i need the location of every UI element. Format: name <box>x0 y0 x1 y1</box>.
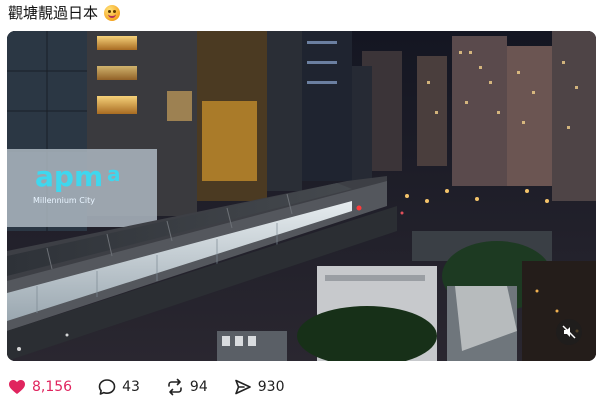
heart-icon <box>9 380 25 394</box>
post-actions: 8,156 43 94 930 <box>8 374 310 400</box>
repost-icon <box>168 378 182 396</box>
repost-count: 94 <box>189 379 208 395</box>
share-count: 930 <box>257 379 285 395</box>
comment-button[interactable]: 43 <box>98 378 140 396</box>
send-icon <box>234 379 251 395</box>
share-button[interactable]: 930 <box>234 378 285 396</box>
svg-text:a: a <box>107 162 121 186</box>
post-caption: 觀塘靚過日本 <box>8 2 121 24</box>
like-count: 8,156 <box>32 379 73 395</box>
night-city-scene: apm a Millennium City <box>7 31 596 361</box>
smiling-face-icon <box>104 5 121 21</box>
comment-icon <box>98 379 116 395</box>
muted-speaker-icon <box>562 325 576 339</box>
post-video[interactable]: apm a Millennium City <box>7 31 596 361</box>
apm-sign-subtext: Millennium City <box>33 196 95 205</box>
mute-button[interactable] <box>556 319 582 345</box>
like-button[interactable]: 8,156 <box>8 379 72 395</box>
apm-sign: apm <box>35 160 103 193</box>
caption-text: 觀塘靚過日本 <box>8 4 99 22</box>
repost-button[interactable]: 94 <box>166 378 208 396</box>
comment-count: 43 <box>122 379 140 395</box>
